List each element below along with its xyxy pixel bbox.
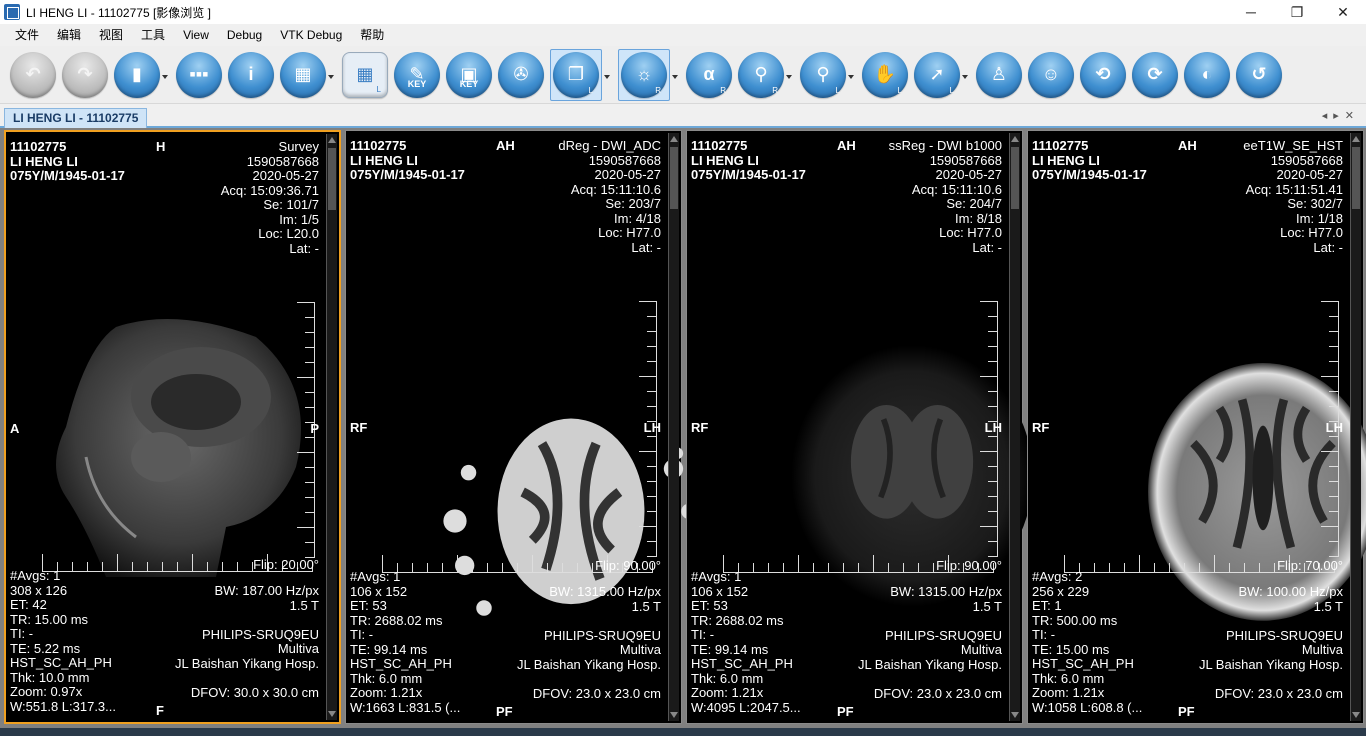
pan-hand-icon[interactable]: ✋ L — [862, 51, 908, 98]
orientation-left: RF — [350, 420, 368, 435]
orientation-top: H — [156, 139, 166, 154]
pointer-icon[interactable]: ➚ L — [914, 51, 960, 98]
orientation-right: P — [310, 421, 319, 436]
select-grid-icon[interactable]: ▦ L — [342, 51, 388, 98]
reset-icon[interactable]: ↺ — [1236, 51, 1282, 98]
acquisition-info: #Avgs: 1 106 x 152 ET: 53 TR: 2688.02 ms TI:… — [691, 569, 801, 715]
acquisition-info: #Avgs: 1 106 x 152 ET: 53 TR: 2688.02 ms TI:… — [350, 569, 461, 715]
stack-pages-icon[interactable]: ❐ L — [553, 51, 599, 98]
layout-row-icon[interactable]: ▪▪▪ — [176, 51, 222, 98]
menu-debug[interactable]: Debug — [218, 24, 271, 46]
device-info: BW: 100.00 Hz/px 1.5 T PHILIPS-SRUQ9EU Mul… — [1198, 584, 1343, 701]
key-camera-icon[interactable]: ▣ KEY — [446, 51, 492, 98]
series-info: ssReg - DWI b1000 1590587668 2020-05-27 Acq… — [888, 138, 1002, 255]
window-level-icon[interactable]: ☼ R — [621, 51, 667, 98]
zoom-region-dropdown-icon[interactable] — [848, 74, 854, 79]
sagittal-image — [56, 319, 301, 577]
menu-edit[interactable]: 编辑 — [48, 24, 90, 46]
orientation-top: AH — [1178, 138, 1197, 153]
flip-angle: Flip: 90.00° — [936, 557, 1002, 573]
series-info: dReg - DWI_ADC 1590587668 2020-05-27 Acq: 1… — [558, 138, 661, 255]
orientation-right: LH — [984, 420, 1002, 435]
film-reel-icon[interactable]: ✇ — [498, 51, 544, 98]
clipboard-dropdown-icon[interactable] — [162, 74, 168, 79]
orientation-bottom: PF — [496, 703, 513, 719]
sync-faces-icon[interactable]: ⟲ — [1080, 51, 1126, 98]
zoom-dropdown-icon[interactable] — [786, 74, 792, 79]
viewport-scrollbar[interactable] — [1350, 133, 1361, 721]
clipboard-icon[interactable]: ▮ — [114, 51, 160, 98]
orientation-bottom: PF — [837, 703, 854, 719]
swap-faces-icon[interactable]: ⟳ — [1132, 51, 1178, 98]
orientation-top: AH — [496, 138, 515, 153]
viewport-2[interactable]: 11102775 LI HENG LI 075Y/M/1945-01-17 AH d… — [345, 130, 705, 724]
orientation-left: RF — [691, 420, 709, 435]
viewport-scrollbar[interactable] — [668, 133, 679, 721]
layout-grid-icon[interactable]: ▦ — [280, 51, 326, 98]
stack-dropdown-icon[interactable] — [604, 74, 610, 79]
tab-navigation[interactable]: ◂▸✕ — [1322, 109, 1360, 122]
key-pencil-icon[interactable]: ✎ KEY — [394, 51, 440, 98]
flip-angle: Flip: 70.00° — [1277, 557, 1343, 573]
series-info: Survey 1590587668 2020-05-27 Acq: 15:09:36.… — [220, 139, 319, 256]
viewer-area: 11102775 LI HENG LI 075Y/M/1945-01-17 H Su… — [0, 128, 1366, 728]
layout-dropdown-icon[interactable] — [328, 74, 334, 79]
menu-bar: 文件 编辑 视图 工具 View Debug VTK Debug 帮助 — [0, 24, 1366, 46]
menu-vtk-debug[interactable]: VTK Debug — [271, 24, 351, 46]
body-icon[interactable]: ♙ — [976, 51, 1022, 98]
menu-view-cn[interactable]: 视图 — [90, 24, 132, 46]
menu-view[interactable]: View — [174, 24, 218, 46]
minimize-button[interactable]: ─ — [1228, 0, 1274, 24]
window-title: LI HENG LI - 11102775 [影像浏览 ] — [26, 5, 211, 20]
invert-contrast-icon[interactable]: ◐ — [1184, 51, 1230, 98]
viewport-4[interactable]: 11102775 LI HENG LI 075Y/M/1945-01-17 AH e… — [1027, 130, 1366, 724]
tab-patient[interactable]: LI HENG LI - 11102775 — [4, 108, 148, 128]
zoom-region-icon[interactable]: ⚲ L — [800, 51, 846, 98]
window-level-tool-wrap: ☼ R — [618, 48, 670, 101]
patient-info: 11102775 LI HENG LI 075Y/M/1945-01-17 — [10, 139, 125, 183]
window-level-dropdown-icon[interactable] — [672, 74, 678, 79]
redo-arrow-icon[interactable]: ↷ — [62, 51, 108, 98]
device-info: BW: 1315.00 Hz/px 1.5 T PHILIPS-SRUQ9EU Mu… — [516, 584, 661, 701]
alpha-icon[interactable]: αR — [686, 51, 732, 98]
status-bar — [0, 728, 1366, 736]
orientation-right: LH — [643, 420, 661, 435]
patient-info: 11102775 LI HENG LI 075Y/M/1945-01-17 — [691, 138, 806, 182]
orientation-left: A — [10, 421, 20, 436]
flip-angle: Flip: 90.00° — [595, 557, 661, 573]
viewport-3[interactable]: 11102775 LI HENG LI 075Y/M/1945-01-17 AH s… — [686, 130, 1033, 724]
flip-angle: Flip: 20.00° — [253, 556, 319, 572]
stack-tool-wrap: ❐ L — [550, 48, 602, 101]
viewport-1[interactable]: 11102775 LI HENG LI 075Y/M/1945-01-17 H Su… — [4, 130, 341, 724]
info-icon[interactable]: i — [228, 51, 274, 98]
acquisition-info: #Avgs: 2 256 x 229 ET: 1 TR: 500.00 ms TI: -… — [1032, 569, 1143, 715]
device-info: BW: 1315.00 Hz/px 1.5 T PHILIPS-SRUQ9EU Mu… — [857, 584, 1002, 701]
menu-file[interactable]: 文件 — [6, 24, 48, 46]
title-bar: LI HENG LI - 11102775 [影像浏览 ] ─ ❐ ✕ — [0, 0, 1366, 24]
orientation-bottom: PF — [1178, 703, 1195, 719]
menu-tools[interactable]: 工具 — [132, 24, 174, 46]
maximize-button[interactable]: ❐ — [1274, 0, 1320, 24]
acquisition-info: #Avgs: 1 308 x 126 ET: 42 TR: 15.00 ms TI: -… — [10, 568, 116, 714]
orientation-right: LH — [1325, 420, 1343, 435]
viewport-scrollbar[interactable] — [326, 134, 337, 720]
viewport-scrollbar[interactable] — [1009, 133, 1020, 721]
orientation-top: AH — [837, 138, 856, 153]
undo-arrow-icon[interactable]: ↶ — [10, 51, 56, 98]
menu-help[interactable]: 帮助 — [351, 24, 393, 46]
orientation-left: RF — [1032, 420, 1050, 435]
faces-icon[interactable]: ☺ — [1028, 51, 1074, 98]
toolbar: ↶ ↷ ▮ ▪▪▪ i ▦ ▦ L ✎ KEY ▣ KEY ✇ ❐ L ☼ R αR ⚲ R… — [0, 46, 1366, 104]
device-info: BW: 187.00 Hz/px 1.5 T PHILIPS-SRUQ9EU Mul… — [174, 583, 319, 700]
pointer-dropdown-icon[interactable] — [962, 74, 968, 79]
close-button[interactable]: ✕ — [1320, 0, 1366, 24]
tab-bar: LI HENG LI - 11102775 ◂▸✕ — [0, 106, 1366, 128]
zoom-magnifier-icon[interactable]: ⚲ R — [738, 51, 784, 98]
app-icon — [4, 4, 20, 20]
series-info: eeT1W_SE_HST 1590587668 2020-05-27 Acq: 15:… — [1243, 138, 1343, 255]
patient-info: 11102775 LI HENG LI 075Y/M/1945-01-17 — [350, 138, 465, 182]
patient-info: 11102775 LI HENG LI 075Y/M/1945-01-17 — [1032, 138, 1147, 182]
orientation-bottom: F — [156, 702, 164, 718]
